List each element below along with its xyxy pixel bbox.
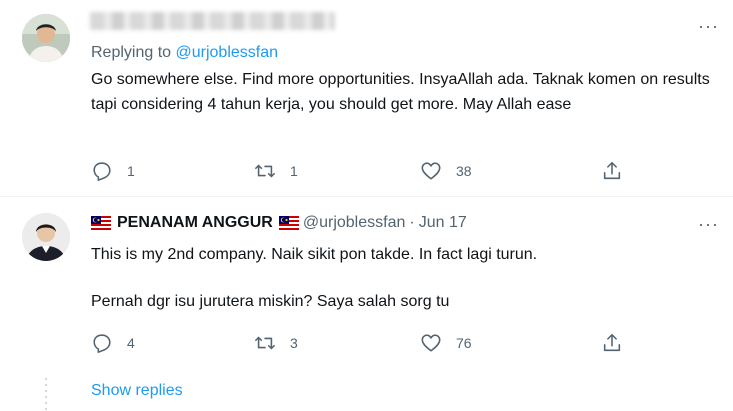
reply-button[interactable]: 1: [91, 160, 135, 182]
more-options-icon[interactable]: ···: [698, 215, 719, 233]
retweet-icon: [255, 164, 275, 178]
more-options-icon[interactable]: ···: [698, 17, 719, 35]
share-button[interactable]: [601, 332, 623, 354]
reply-icon: [93, 334, 111, 353]
retweet-count: 3: [290, 335, 298, 351]
tweet-actions: 4 3 76: [91, 332, 631, 356]
replying-to: Replying to @urjoblessfan: [91, 44, 278, 62]
show-replies-link[interactable]: Show replies: [91, 382, 183, 400]
heart-icon: [421, 162, 441, 180]
tweet-text-line-2: Pernah dgr isu jurutera miskin? Saya sal…: [91, 293, 450, 310]
separator-dot: ·: [409, 214, 415, 231]
retweet-count: 1: [290, 163, 298, 179]
reply-button[interactable]: 4: [91, 332, 135, 354]
author-handle[interactable]: @urjoblessfan: [303, 214, 406, 232]
tweet-actions: 1 1 38: [91, 160, 631, 184]
like-button[interactable]: 76: [420, 332, 472, 354]
avatar[interactable]: [22, 213, 70, 261]
reply-count: 1: [127, 163, 135, 179]
reply-icon: [93, 162, 111, 181]
tweet-text-line-1: This is my 2nd company. Naik sikit pon t…: [91, 246, 538, 263]
share-button[interactable]: [601, 160, 623, 182]
author-row: PENANAM ANGGUR @urjoblessfan · Jun 17: [91, 214, 467, 232]
reply-count: 4: [127, 335, 135, 351]
avatar[interactable]: [22, 14, 70, 62]
share-icon: [603, 161, 621, 180]
like-count: 38: [456, 163, 472, 179]
heart-icon: [421, 334, 441, 352]
replying-prefix: Replying to: [91, 44, 176, 61]
blurred-author-name: [90, 12, 335, 30]
display-name[interactable]: PENANAM ANGGUR: [117, 214, 273, 232]
like-count: 76: [456, 335, 472, 351]
like-button[interactable]: 38: [420, 160, 472, 182]
share-icon: [603, 333, 621, 352]
replying-handle-link[interactable]: @urjoblessfan: [176, 44, 279, 61]
retweet-button[interactable]: 1: [254, 160, 298, 182]
tweet-date[interactable]: Jun 17: [419, 214, 467, 232]
retweet-button[interactable]: 3: [254, 332, 298, 354]
malaysia-flag-icon: [278, 216, 299, 230]
thread-connector: [45, 378, 47, 411]
tweet-text: Go somewhere else. Find more opportuniti…: [91, 71, 710, 113]
tweet-1[interactable]: ··· Replying to @urjoblessfan Go somewhe…: [0, 0, 733, 197]
malaysia-flag-icon: [91, 216, 111, 230]
retweet-icon: [255, 336, 275, 350]
